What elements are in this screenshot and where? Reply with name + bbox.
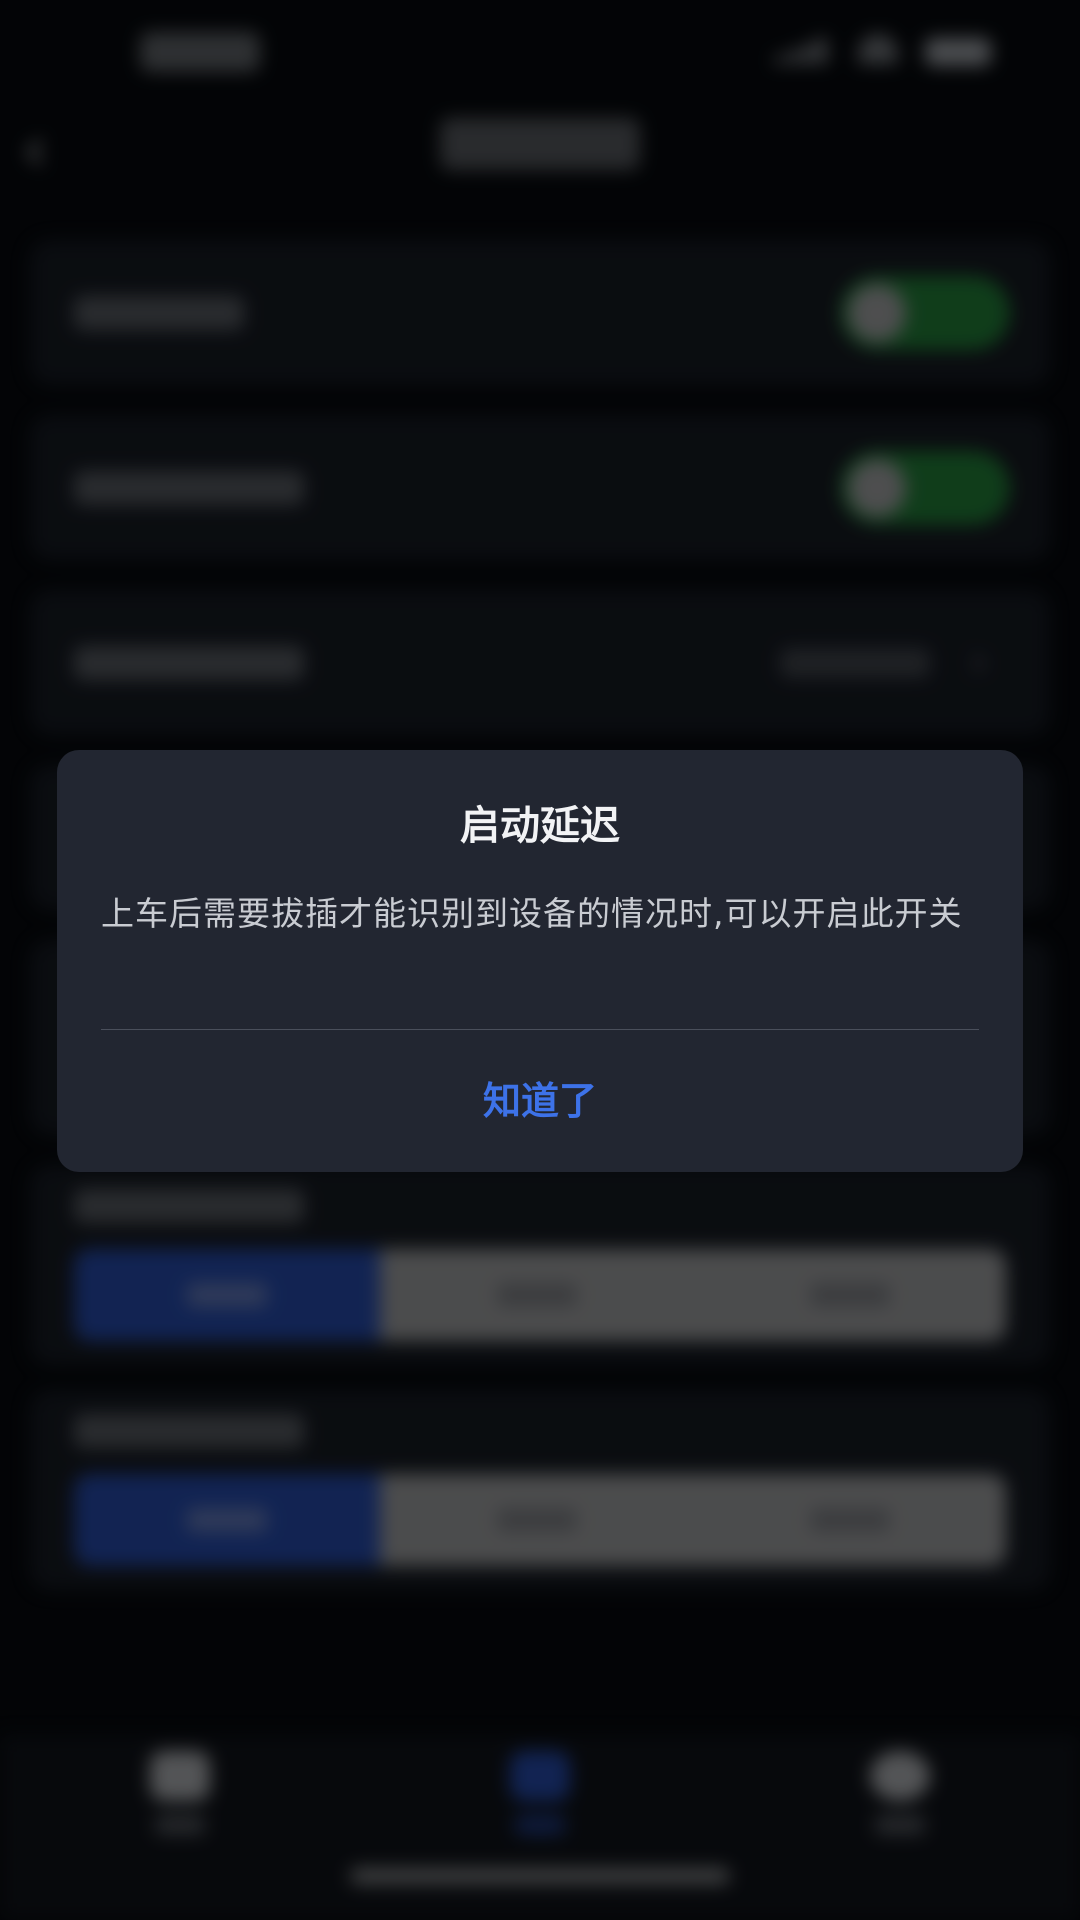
info-dialog: 启动延迟 上车后需要拔插才能识别到设备的情况时,可以开启此开关 知道了	[57, 750, 1023, 1172]
dialog-message: 上车后需要拔插才能识别到设备的情况时,可以开启此开关	[101, 894, 963, 933]
confirm-button[interactable]: 知道了	[57, 1030, 1023, 1172]
app-screen: ‹ › 启动延迟 上车后需要拔插才能识别到设备的情况时,可以开启此开关 知道了	[0, 0, 1080, 1920]
dialog-title: 启动延迟	[460, 803, 620, 849]
